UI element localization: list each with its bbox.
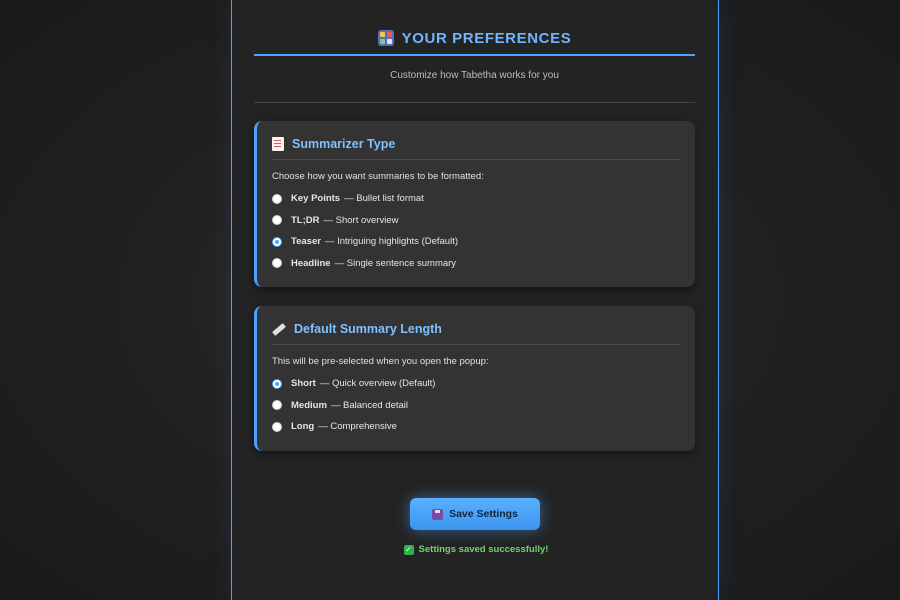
summarizer-option-tldr[interactable]: TL;DR — Short overview	[272, 210, 681, 232]
length-options: Short — Quick overview (Default) Medium …	[272, 373, 681, 438]
option-detail: — Comprehensive	[318, 421, 397, 433]
summarizer-option-key-points[interactable]: Key Points — Bullet list format	[272, 188, 681, 210]
option-detail: — Short overview	[323, 214, 399, 226]
card-title-row: Default Summary Length	[272, 320, 681, 338]
summarizer-option-headline[interactable]: Headline — Single sentence summary	[272, 253, 681, 275]
option-label: Medium	[291, 399, 327, 411]
option-label: Key Points	[291, 193, 341, 205]
header: YOUR PREFERENCES Customize how Tabetha w…	[254, 26, 695, 81]
card-divider	[272, 159, 681, 160]
summary-length-description: This will be pre-selected when you open …	[272, 356, 489, 367]
radio-long[interactable]	[272, 421, 282, 432]
ruler-icon	[272, 322, 286, 336]
page-title-row: YOUR PREFERENCES	[254, 26, 695, 50]
summarizer-type-card: Summarizer Type Choose how you want summ…	[254, 121, 695, 287]
control-knobs-icon	[377, 30, 394, 46]
floppy-disk-icon	[432, 508, 444, 520]
option-detail: — Quick overview (Default)	[319, 378, 436, 390]
radio-short[interactable]	[272, 378, 282, 389]
length-option-long[interactable]: Long — Comprehensive	[272, 416, 681, 438]
save-settings-button[interactable]: Save Settings	[410, 498, 540, 530]
option-detail: — Single sentence summary	[334, 257, 457, 269]
option-label: TL;DR	[291, 214, 320, 226]
summary-length-card: Default Summary Length This will be pre-…	[254, 306, 695, 451]
page-title: YOUR PREFERENCES	[401, 29, 572, 47]
radio-key-points[interactable]	[272, 193, 282, 204]
save-status: ✓ Settings saved successfully!	[232, 544, 720, 555]
document-icon	[272, 137, 284, 151]
option-detail: — Bullet list format	[344, 193, 424, 205]
title-divider	[254, 54, 695, 56]
option-detail: — Intriguing highlights (Default)	[324, 236, 459, 248]
radio-tldr[interactable]	[272, 215, 282, 226]
radio-teaser[interactable]	[272, 236, 282, 247]
check-icon: ✓	[403, 544, 414, 555]
radio-medium[interactable]	[272, 400, 282, 411]
length-option-medium[interactable]: Medium — Balanced detail	[272, 395, 681, 417]
option-label: Long	[291, 421, 315, 433]
summary-length-title: Default Summary Length	[294, 322, 442, 336]
option-label: Teaser	[291, 236, 321, 248]
option-label: Headline	[291, 257, 331, 269]
page-subtitle: Customize how Tabetha works for you	[390, 70, 559, 81]
save-button-label: Save Settings	[449, 508, 518, 520]
card-title-row: Summarizer Type	[272, 135, 681, 153]
summarizer-option-teaser[interactable]: Teaser — Intriguing highlights (Default)	[272, 231, 681, 253]
header-separator	[254, 102, 695, 103]
summarizer-options: Key Points — Bullet list format TL;DR — …	[272, 188, 681, 274]
option-detail: — Balanced detail	[330, 399, 408, 411]
status-message: Settings saved successfully!	[418, 544, 549, 555]
option-label: Short	[291, 378, 316, 390]
radio-headline[interactable]	[272, 258, 282, 269]
length-option-short[interactable]: Short — Quick overview (Default)	[272, 373, 681, 395]
preferences-panel: YOUR PREFERENCES Customize how Tabetha w…	[231, 0, 719, 600]
card-divider	[272, 344, 681, 345]
summarizer-type-description: Choose how you want summaries to be form…	[272, 171, 484, 182]
summarizer-type-title: Summarizer Type	[292, 137, 396, 151]
